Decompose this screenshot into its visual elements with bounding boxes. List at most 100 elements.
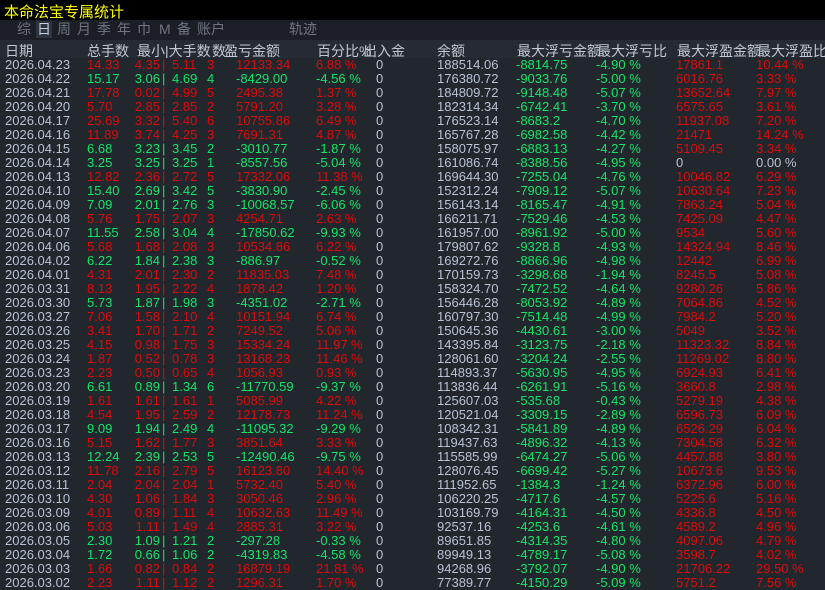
tab-4[interactable]: 月 — [76, 21, 92, 38]
table-row[interactable]: 2026.03.25 4.15 0.98 | 1.75 3 15334.24 11.97 % 0… — [0, 338, 825, 352]
table-row[interactable]: 2026.03.03 1.66 0.82 | 0.84 2 16879.19 21.81 % 0… — [0, 562, 825, 576]
cell-max-float-gain: 0 — [676, 155, 684, 170]
table-row[interactable]: 2026.03.31 8.13 1.95 | 2.22 4 1878.42 1.20 % 0 15… — [0, 282, 825, 296]
cell-total-lots: 1.72 — [87, 547, 113, 562]
cell-pnl: 3851.64 — [236, 435, 283, 450]
table-row[interactable]: 2026.04.07 11.55 2.58 | 3.04 4 -17850.62 -9.93 … — [0, 226, 825, 240]
cell-min-lots: 1.95 — [134, 407, 160, 422]
cell-trade-count: 3 — [207, 435, 215, 450]
table-row[interactable]: 2026.03.17 9.09 1.94 | 2.49 4 -11095.32 -9.29 %… — [0, 422, 825, 436]
cell-max-float-loss-pct: -4.57 % — [596, 491, 641, 506]
table-row[interactable]: 2026.04.22 15.17 3.06 | 4.69 4 -8429.00 -4.56 %… — [0, 72, 825, 86]
tab-5[interactable]: 季 — [96, 21, 112, 38]
table-row[interactable]: 2026.04.08 5.76 1.75 | 2.07 3 4254.71 2.63 % 0 16… — [0, 212, 825, 226]
table-row[interactable]: 2026.03.26 3.41 1.70 | 1.71 2 7249.52 5.06 % 0 15… — [0, 324, 825, 338]
tab-1[interactable]: 综 — [16, 21, 32, 38]
table-row[interactable]: 2026.03.09 4.01 0.89 | 1.11 4 10632.63 11.49 % 0… — [0, 506, 825, 520]
column-header-6[interactable]: 出入金 — [363, 41, 405, 58]
cell-min-lots: 0.98 — [134, 337, 160, 352]
cell-max-lots: 5.40 — [172, 113, 198, 128]
tab-3[interactable]: 周 — [56, 21, 72, 38]
cell-cash-flow: 0 — [376, 505, 384, 520]
table-row[interactable]: 2026.04.17 25.69 3.32 | 5.40 6 10755.86 6.49 % 0… — [0, 114, 825, 128]
cell-date: 2026.03.26 — [5, 323, 71, 338]
table-row[interactable]: 2026.04.10 15.40 2.69 | 3.42 5 -3830.90 -2.45 %… — [0, 184, 825, 198]
cell-trade-count: 2 — [207, 407, 215, 422]
cell-separator: | — [162, 337, 166, 352]
cell-separator: | — [162, 155, 166, 170]
column-header-2[interactable]: 最小|大手数 — [137, 41, 211, 58]
column-header-1[interactable]: 总手数 — [87, 41, 129, 58]
tab-8[interactable]: M — [158, 21, 172, 38]
table-row[interactable]: 2026.04.16 11.89 3.74 | 4.25 3 7691.31 4.87 % 0 1… — [0, 128, 825, 142]
cell-max-float-gain: 6575.65 — [676, 99, 723, 114]
cell-cash-flow: 0 — [376, 127, 384, 142]
cell-max-float-gain: 5049 — [676, 323, 705, 338]
table-row[interactable]: 2026.04.15 6.68 3.23 | 3.45 2 -3010.77 -1.87 % 0… — [0, 142, 825, 156]
cell-cash-flow: 0 — [376, 533, 384, 548]
column-header-8[interactable]: 最大浮亏金额 — [517, 41, 601, 58]
table-row[interactable]: 2026.04.20 5.70 2.85 | 2.85 2 5791.20 3.28 % 0 18… — [0, 100, 825, 114]
cell-balance: 125607.03 — [437, 393, 499, 408]
column-header-11[interactable]: 最大浮盈比 — [757, 41, 825, 58]
tab-9[interactable]: 备 — [176, 21, 192, 38]
tab-2[interactable]: 日 — [36, 21, 52, 38]
tab-11[interactable]: 轨迹 — [288, 21, 318, 38]
cell-max-lots: 4.99 — [172, 85, 198, 100]
table-row[interactable]: 2026.03.24 1.87 0.52 | 0.78 3 13168.23 11.46 % 0… — [0, 352, 825, 366]
table-row[interactable]: 2026.03.13 12.24 2.39 | 2.53 5 -12490.46 -9.75 … — [0, 450, 825, 464]
table-row[interactable]: 2026.04.23 14.33 4.35 | 5.11 3 12133.34 6.88 % 0… — [0, 58, 825, 72]
cell-total-lots: 1.61 — [87, 393, 113, 408]
cell-max-float-gain: 10046.82 — [676, 169, 731, 184]
table-row[interactable]: 2026.03.23 2.23 0.50 | 0.65 4 1056.93 0.93 % 0 11… — [0, 366, 825, 380]
tab-7[interactable]: 巾 — [136, 21, 152, 38]
table-row[interactable]: 2026.03.05 2.30 1.09 | 1.21 2 -297.28 -0.33 % 0 8… — [0, 534, 825, 548]
column-header-10[interactable]: 最大浮盈金额 — [677, 41, 761, 58]
table-row[interactable]: 2026.03.19 1.61 1.61 | 1.61 1 5085.99 4.22 % 0 12… — [0, 394, 825, 408]
table-row[interactable]: 2026.03.10 4.30 1.06 | 1.84 3 3050.46 2.96 % 0 10… — [0, 492, 825, 506]
column-header-0[interactable]: 日期 — [5, 41, 33, 58]
table-row[interactable]: 2026.03.20 6.61 0.89 | 1.34 6 -11770.59 -9.37 %… — [0, 380, 825, 394]
table-row[interactable]: 2026.03.06 5.03 1.11 | 1.49 4 2885.31 3.22 % 0 92… — [0, 520, 825, 534]
cell-max-float-loss-pct: -4.91 % — [596, 197, 641, 212]
table-row[interactable]: 2026.03.16 5.15 1.62 | 1.77 3 3851.64 3.33 % 0 11… — [0, 436, 825, 450]
table-row[interactable]: 2026.03.30 5.73 1.87 | 1.98 3 -4351.02 -2.71 % 0… — [0, 296, 825, 310]
table-row[interactable]: 2026.03.18 4.54 1.95 | 2.59 2 12178.73 11.24 % 0… — [0, 408, 825, 422]
cell-total-lots: 2.30 — [87, 533, 113, 548]
table-row[interactable]: 2026.04.06 5.68 1.68 | 2.08 3 10534.86 6.22 % 0 1… — [0, 240, 825, 254]
table-row[interactable]: 2026.04.13 12.82 2.36 | 2.72 5 17332.06 11.38 %… — [0, 170, 825, 184]
tab-6[interactable]: 年 — [116, 21, 132, 38]
table-row[interactable]: 2026.03.11 2.04 2.04 | 2.04 1 5732.40 5.40 % 0 11… — [0, 478, 825, 492]
table-row[interactable]: 2026.03.12 11.78 2.16 | 2.79 5 16123.80 14.40 %… — [0, 464, 825, 478]
table-row[interactable]: 2026.04.02 6.22 1.84 | 2.38 3 -886.97 -0.52 % 0 1… — [0, 254, 825, 268]
cell-separator: | — [162, 561, 166, 576]
table-row[interactable]: 2026.03.27 7.06 1.58 | 2.10 4 10151.94 6.74 % 0 1… — [0, 310, 825, 324]
table-row[interactable]: 2026.04.21 17.78 0.02 | 4.99 5 2495.38 1.37 % 0 1… — [0, 86, 825, 100]
cell-max-float-loss-pct: -4.70 % — [596, 113, 641, 128]
table-row[interactable]: 2026.04.09 7.09 2.01 | 2.76 3 -10068.57 -6.06 %… — [0, 198, 825, 212]
column-header-7[interactable]: 余额 — [437, 41, 465, 58]
cell-pnl: 1296.31 — [236, 575, 283, 590]
cell-trade-count: 3 — [207, 127, 215, 142]
cell-date: 2026.03.19 — [5, 393, 71, 408]
cell-max-float-gain-pct: 6.32 % — [756, 435, 797, 450]
cell-min-lots: 3.74 — [134, 127, 160, 142]
cell-date: 2026.04.16 — [5, 127, 71, 142]
cell-trade-count: 5 — [207, 463, 215, 478]
table-row[interactable]: 2026.04.01 4.31 2.01 | 2.30 2 11835.03 7.48 % 0 1… — [0, 268, 825, 282]
cell-min-lots: 0.89 — [134, 505, 160, 520]
cell-date: 2026.04.14 — [5, 155, 71, 170]
table-row[interactable]: 2026.03.04 1.72 0.66 | 1.06 2 -4319.83 -4.58 % 0… — [0, 548, 825, 562]
cell-max-float-gain-pct: 5.20 % — [756, 309, 797, 324]
cell-balance: 113836.44 — [437, 379, 498, 394]
column-header-4[interactable]: 盈亏金额 — [224, 41, 280, 58]
cell-min-lots: 2.85 — [134, 99, 160, 114]
column-header-9[interactable]: 最大浮亏比 — [597, 41, 667, 58]
cell-balance: 111952.65 — [437, 477, 497, 492]
cell-balance: 161957.00 — [437, 225, 499, 240]
table-row[interactable]: 2026.04.14 3.25 3.25 | 3.25 1 -8557.56 -5.04 % 0… — [0, 156, 825, 170]
table-row[interactable]: 2026.03.02 2.23 1.11 | 1.12 2 1296.31 1.70 % 0 77… — [0, 576, 825, 590]
cell-pnl-percent: -0.52 % — [316, 253, 361, 268]
tab-10[interactable]: 账户 — [196, 21, 226, 38]
cell-balance: 184809.72 — [437, 85, 499, 100]
